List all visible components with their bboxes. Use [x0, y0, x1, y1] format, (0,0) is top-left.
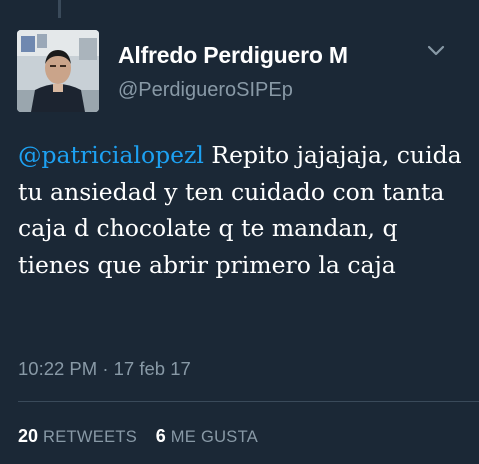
- avatar-photo: [17, 30, 99, 112]
- thread-connector-line: [58, 0, 61, 18]
- engagement-stats: 20 RETWEETS 6 ME GUSTA: [18, 426, 258, 447]
- divider: [18, 401, 479, 402]
- tweet-timestamp[interactable]: 10:22 PM · 17 feb 17: [18, 358, 191, 380]
- tweet-text: @patricialopezl Repito jajajaja, cuida t…: [18, 137, 473, 283]
- author-name[interactable]: Alfredo Perdiguero M: [118, 42, 348, 69]
- likes-stat[interactable]: 6 ME GUSTA: [155, 426, 259, 446]
- likes-label: ME GUSTA: [170, 428, 259, 446]
- retweets-stat[interactable]: 20 RETWEETS: [18, 426, 138, 446]
- author-handle[interactable]: @PerdigueroSIPEp: [118, 79, 293, 102]
- likes-count: 6: [155, 426, 166, 446]
- mention-link[interactable]: @patricialopezl: [18, 141, 204, 169]
- retweets-count: 20: [18, 426, 39, 446]
- chevron-down-icon[interactable]: [424, 41, 448, 61]
- avatar[interactable]: [17, 30, 99, 112]
- retweets-label: RETWEETS: [43, 428, 138, 446]
